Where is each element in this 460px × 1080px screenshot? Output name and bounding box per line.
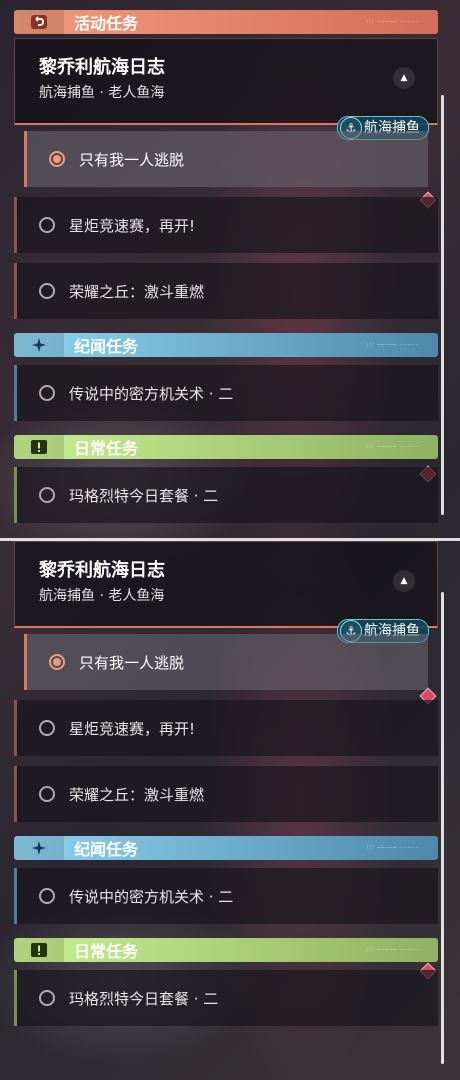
quest-item-active[interactable]: 只有我一人逃脱	[24, 634, 428, 690]
activity-icon	[14, 10, 64, 34]
quest-item[interactable]: 传说中的密方机关术 · 二	[14, 365, 438, 421]
quest-label: 传说中的密方机关术 · 二	[69, 384, 234, 403]
section-lore-header[interactable]: 纪闻任务 /// ━━━━━ ─────	[14, 836, 438, 860]
section-daily-title: 日常任务	[74, 439, 139, 458]
quest-radio-selected	[49, 151, 65, 167]
exclamation-icon	[14, 435, 64, 459]
journal-card[interactable]: 黎乔利航海日志 航海捕鱼 · 老人鱼海 ▲ ⚓ 航海捕鱼	[14, 38, 438, 140]
journal-title: 黎乔利航海日志	[39, 560, 165, 581]
header-decoration: /// ━━━━━ ─────	[366, 342, 420, 348]
quest-label: 荣耀之丘：激斗重燃	[69, 282, 205, 301]
collapse-chevron-icon[interactable]: ▲	[393, 67, 415, 89]
section-activity-title: 活动任务	[74, 14, 139, 33]
quest-radio	[39, 720, 55, 736]
section-lore-title: 纪闻任务	[74, 840, 139, 859]
sparkle-icon	[14, 333, 64, 357]
section-lore-title: 纪闻任务	[74, 337, 139, 356]
quest-radio	[39, 217, 55, 233]
sparkle-icon	[14, 836, 64, 860]
quest-item[interactable]: 星炬竞速赛，再开!	[14, 700, 438, 756]
quest-label: 只有我一人逃脱	[79, 150, 185, 169]
journal-subtitle: 航海捕鱼 · 老人鱼海	[39, 588, 165, 604]
journal-subtitle: 航海捕鱼 · 老人鱼海	[39, 85, 165, 101]
quest-item[interactable]: 荣耀之丘：激斗重燃	[14, 263, 438, 319]
quest-radio	[39, 888, 55, 904]
quest-item[interactable]: 玛格烈特今日套餐 · 二	[14, 467, 438, 523]
journal-title: 黎乔利航海日志	[39, 57, 165, 78]
quest-radio	[39, 990, 55, 1006]
header-decoration: /// ━━━━━ ─────	[366, 845, 420, 851]
quest-radio	[39, 786, 55, 802]
section-lore-header[interactable]: 纪闻任务 /// ━━━━━ ─────	[14, 333, 438, 357]
quest-radio	[39, 487, 55, 503]
header-decoration: /// ━━━━━ ─────	[366, 444, 420, 450]
quest-item-active[interactable]: 只有我一人逃脱	[24, 131, 428, 187]
scrollbar-thumb-top[interactable]	[441, 95, 444, 515]
quest-radio	[39, 283, 55, 299]
section-activity-header[interactable]: 活动任务 /// ━━━━━ ─────	[14, 10, 438, 34]
quest-panel-top: 活动任务 /// ━━━━━ ───── 黎乔利航海日志 航海捕鱼 · 老人鱼海…	[14, 10, 438, 523]
section-daily-title: 日常任务	[74, 942, 139, 961]
quest-label: 只有我一人逃脱	[79, 653, 185, 672]
quest-label: 玛格烈特今日套餐 · 二	[69, 486, 219, 505]
quest-item[interactable]: 玛格烈特今日套餐 · 二	[14, 970, 438, 1026]
section-daily-header[interactable]: 日常任务 /// ━━━━━ ─────	[14, 938, 438, 962]
header-decoration: /// ━━━━━ ─────	[366, 19, 420, 25]
section-daily-header[interactable]: 日常任务 /// ━━━━━ ─────	[14, 435, 438, 459]
exclamation-icon	[14, 938, 64, 962]
quest-label: 传说中的密方机关术 · 二	[69, 887, 234, 906]
quest-radio-selected	[49, 654, 65, 670]
quest-radio	[39, 385, 55, 401]
collapse-chevron-icon[interactable]: ▲	[393, 570, 415, 592]
quest-label: 玛格烈特今日套餐 · 二	[69, 989, 219, 1008]
quest-item[interactable]: 传说中的密方机关术 · 二	[14, 868, 438, 924]
quest-panel-bottom: 黎乔利航海日志 航海捕鱼 · 老人鱼海 ▲ ⚓ 航海捕鱼 只有我一人逃脱 星炬竞…	[14, 541, 438, 1026]
header-decoration: /// ━━━━━ ─────	[366, 947, 420, 953]
journal-card[interactable]: 黎乔利航海日志 航海捕鱼 · 老人鱼海 ▲ ⚓ 航海捕鱼	[14, 541, 438, 643]
quest-label: 荣耀之丘：激斗重燃	[69, 785, 205, 804]
quest-item[interactable]: 荣耀之丘：激斗重燃	[14, 766, 438, 822]
quest-label: 星炬竞速赛，再开!	[69, 719, 196, 738]
quest-label: 星炬竞速赛，再开!	[69, 216, 196, 235]
quest-item[interactable]: 星炬竞速赛，再开!	[14, 197, 438, 253]
scrollbar-thumb-bottom[interactable]	[441, 592, 444, 1064]
